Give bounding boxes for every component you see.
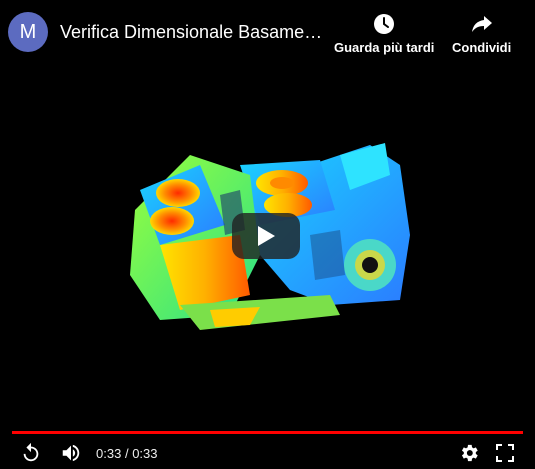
video-player[interactable]: M Verifica Dimensionale Basamen… Guarda … xyxy=(0,0,535,469)
share-label: Condividi xyxy=(452,40,512,55)
play-icon xyxy=(258,226,275,246)
share-button[interactable]: Condividi xyxy=(452,12,511,55)
progress-bar[interactable] xyxy=(12,431,523,434)
video-title[interactable]: Verifica Dimensionale Basamen… xyxy=(60,21,330,43)
current-time: 0:33 xyxy=(96,446,122,461)
fullscreen-icon xyxy=(496,444,514,462)
watch-later-label: Guarda più tardi xyxy=(334,40,435,55)
time-display: 0:33 / 0:33 xyxy=(96,446,158,461)
fullscreen-button[interactable] xyxy=(492,440,518,466)
settings-gear-icon xyxy=(461,444,478,462)
progress-fill xyxy=(12,431,523,434)
clock-icon xyxy=(374,14,395,34)
big-play-button[interactable] xyxy=(232,213,300,259)
time-separator: / xyxy=(124,446,129,461)
replay-button[interactable] xyxy=(18,440,44,466)
duration: 0:33 xyxy=(132,446,158,461)
channel-avatar[interactable]: M xyxy=(8,12,48,52)
settings-button[interactable] xyxy=(456,440,482,466)
watch-later-button[interactable]: Guarda più tardi xyxy=(334,12,434,55)
avatar-letter: M xyxy=(19,20,37,43)
volume-icon xyxy=(62,444,80,462)
share-arrow-icon xyxy=(471,16,492,32)
volume-button[interactable] xyxy=(58,440,84,466)
replay-icon xyxy=(23,442,39,462)
